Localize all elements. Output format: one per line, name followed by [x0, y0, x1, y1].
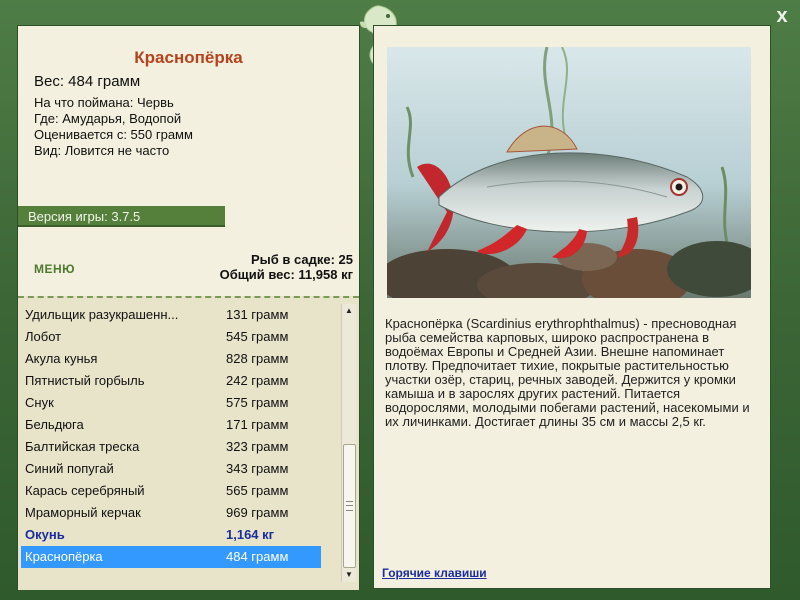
grip-icon [346, 501, 353, 511]
list-item-weight: 565 грамм [226, 483, 289, 498]
app-window: x Краснопёрка Вес: 484 грамм На что пойм… [0, 0, 800, 600]
list-item-weight: 545 грамм [226, 329, 289, 344]
list-item[interactable]: Балтийская треска 323 грамм [21, 436, 321, 458]
list-item-name: Балтийская треска [25, 439, 140, 454]
list-item-weight: 343 грамм [226, 461, 289, 476]
scroll-up-arrow-icon[interactable]: ▲ [342, 304, 356, 318]
fish-info-panel: Краснопёрка Вес: 484 грамм На что пойман… [17, 25, 360, 590]
scroll-thumb[interactable] [343, 444, 356, 568]
menu-button[interactable]: МЕНЮ [34, 262, 75, 276]
list-item-weight: 828 грамм [226, 351, 289, 366]
list-item[interactable]: Краснопёрка 484 грамм [21, 546, 321, 568]
fish-info-list: На что поймана: Червь Где: Амударья, Вод… [34, 95, 193, 159]
list-item[interactable]: Удильщик разукрашенн... 131 грамм [21, 304, 321, 326]
list-item-name: Карась серебряный [25, 483, 145, 498]
list-item-name: Лобот [25, 329, 62, 344]
fish-photo [387, 47, 751, 298]
info-valued-from: Оценивается с: 550 грамм [34, 127, 193, 142]
fish-description-panel: Краснопёрка (Scardinius erythrophthalmus… [373, 25, 771, 589]
list-item-weight: 323 грамм [226, 439, 289, 454]
list-item[interactable]: Бельдюга 171 грамм [21, 414, 321, 436]
list-item-weight: 242 грамм [226, 373, 289, 388]
list-item-weight: 131 грамм [226, 307, 289, 322]
list-item[interactable]: Карась серебряный 565 грамм [21, 480, 321, 502]
list-item[interactable]: Синий попугай 343 грамм [21, 458, 321, 480]
list-item-weight: 484 грамм [226, 549, 289, 564]
list-item-name: Акула кунья [25, 351, 98, 366]
info-rarity: Вид: Ловится не часто [34, 143, 170, 158]
fish-description: Краснопёрка (Scardinius erythrophthalmus… [385, 316, 750, 429]
list-item[interactable]: Снук 575 грамм [21, 392, 321, 414]
list-item-weight: 575 грамм [226, 395, 289, 410]
list-scrollbar[interactable]: ▲ ▼ [341, 304, 356, 582]
catch-list-rows: Удильщик разукрашенн... 131 грамм Лобот 545… [21, 304, 321, 580]
list-item-name: Краснопёрка [25, 549, 103, 564]
list-item[interactable]: Мраморный керчак 969 грамм [21, 502, 321, 524]
fish-title: Краснопёрка [134, 48, 243, 67]
fish-weight: Вес: 484 грамм [34, 73, 141, 90]
list-item-weight: 969 грамм [226, 505, 289, 520]
total-weight: Общий вес: 11,958 кг [219, 267, 353, 282]
scroll-down-arrow-icon[interactable]: ▼ [342, 568, 356, 582]
close-button[interactable]: x [772, 6, 792, 26]
fish-details: Краснопёрка Вес: 484 грамм На что пойман… [18, 26, 359, 294]
list-item-name: Снук [25, 395, 54, 410]
info-location: Где: Амударья, Водопой [34, 111, 182, 126]
list-item-name: Мраморный керчак [25, 505, 141, 520]
list-item[interactable]: Окунь 1,164 кг [21, 524, 321, 546]
list-item[interactable]: Пятнистый горбыль 242 грамм [21, 370, 321, 392]
list-item-name: Пятнистый горбыль [25, 373, 145, 388]
list-item[interactable]: Лобот 545 грамм [21, 326, 321, 348]
catch-list: Удильщик разукрашенн... 131 грамм Лобот 545… [18, 296, 359, 590]
list-item-name: Удильщик разукрашенн... [25, 307, 179, 322]
list-item-name: Бельдюга [25, 417, 84, 432]
list-item-name: Синий попугай [25, 461, 114, 476]
list-item-weight: 171 грамм [226, 417, 289, 432]
info-bait: На что поймана: Червь [34, 95, 174, 110]
catch-stats: Рыб в садке: 25 Общий вес: 11,958 кг [220, 252, 353, 282]
hotkeys-link[interactable]: Горячие клавиши [382, 566, 487, 580]
list-item-name: Окунь [25, 527, 65, 542]
list-item[interactable]: Акула кунья 828 грамм [21, 348, 321, 370]
list-item-weight: 1,164 кг [226, 527, 275, 542]
fish-count: Рыб в садке: 25 [250, 252, 353, 267]
game-version-bar: Версия игры: 3.7.5 [18, 206, 225, 227]
